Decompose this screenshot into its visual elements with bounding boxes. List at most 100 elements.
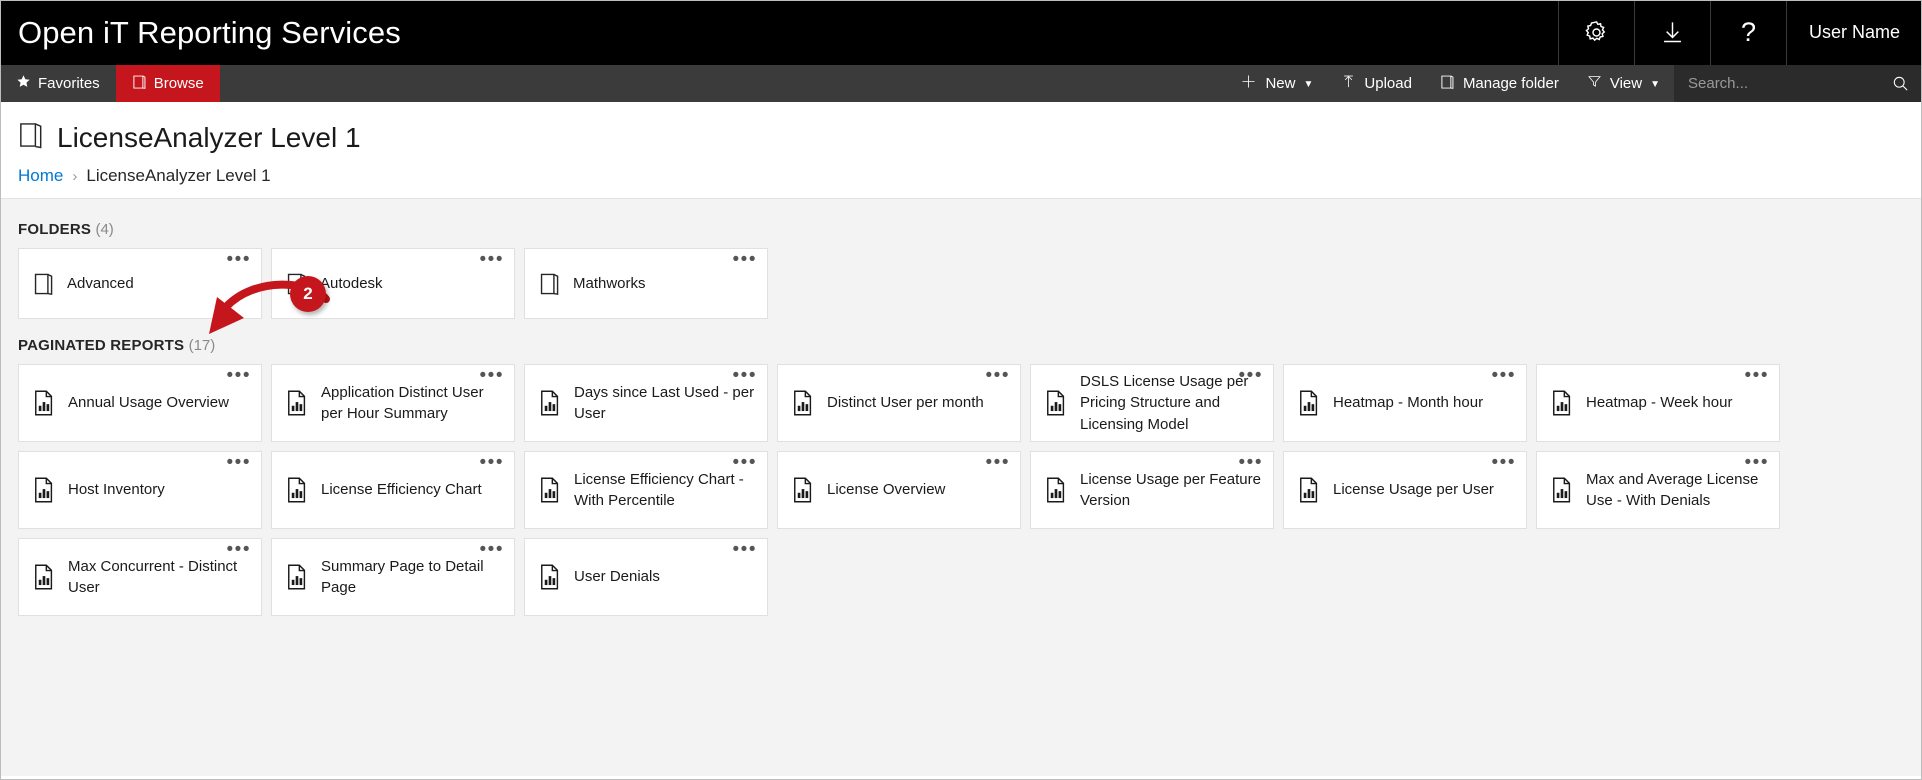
folder-icon	[1440, 74, 1455, 94]
folder-icon	[286, 271, 308, 297]
search-icon[interactable]	[1891, 74, 1910, 93]
breadcrumb-separator: ›	[72, 167, 78, 185]
report-card[interactable]: ••• Heatmap - Week hour	[1536, 364, 1780, 442]
report-card[interactable]: ••• Max Concurrent - Distinct User	[18, 538, 262, 616]
folder-card[interactable]: ••• Advanced	[18, 248, 262, 319]
report-card[interactable]: ••• License Efficiency Chart	[271, 451, 515, 529]
manage-folder-label: Manage folder	[1462, 75, 1559, 92]
card-body: Heatmap - Month hour	[1298, 365, 1516, 441]
report-chart-icon	[286, 389, 309, 417]
tab-browse[interactable]: Browse	[115, 65, 220, 102]
report-card[interactable]: ••• Max and Average License Use - With De…	[1536, 451, 1780, 529]
view-button-label: View	[1609, 75, 1643, 92]
app-title: Open iT Reporting Services	[18, 14, 401, 50]
download-icon	[1659, 19, 1686, 46]
report-card[interactable]: ••• Heatmap - Month hour	[1283, 364, 1527, 442]
report-chart-icon	[1298, 476, 1321, 504]
help-button[interactable]: ?	[1709, 0, 1786, 65]
settings-button[interactable]	[1557, 0, 1634, 65]
folder-icon	[33, 271, 55, 297]
new-button[interactable]: New ▼	[1226, 65, 1327, 102]
manage-folder-button[interactable]: Manage folder	[1426, 65, 1573, 102]
reports-section-heading: PAGINATED REPORTS (17)	[18, 319, 1922, 364]
card-label: Max Concurrent - Distinct User	[68, 557, 238, 596]
report-card[interactable]: ••• User Denials	[524, 538, 768, 616]
card-body: License Usage per User	[1298, 452, 1516, 528]
upload-arrow-icon	[1341, 73, 1356, 94]
reports-heading-label: PAGINATED REPORTS	[18, 337, 185, 354]
card-label: Days since Last Used - per User	[574, 383, 755, 422]
report-chart-icon	[1551, 476, 1574, 504]
report-chart-icon	[1045, 389, 1068, 417]
app-header: Open iT Reporting Services ? User Name	[0, 0, 1922, 65]
card-body: License Usage per Feature Version	[1045, 452, 1263, 528]
report-card[interactable]: ••• Distinct User per month	[777, 364, 1021, 442]
report-chart-icon	[539, 476, 562, 504]
breadcrumb-home[interactable]: Home	[18, 166, 63, 186]
download-button[interactable]	[1633, 0, 1710, 65]
header-actions: ? User Name	[1557, 0, 1922, 65]
search-input[interactable]	[1688, 75, 1891, 92]
card-body: Mathworks	[539, 249, 757, 318]
nav-tabs: Favorites Browse	[0, 65, 220, 102]
report-card[interactable]: ••• License Usage per User	[1283, 451, 1527, 529]
card-label: Autodesk	[320, 274, 383, 292]
card-body: Max and Average License Use - With Denia…	[1551, 452, 1769, 528]
tab-favorites[interactable]: Favorites	[0, 65, 116, 102]
view-button[interactable]: View ▼	[1573, 65, 1674, 102]
report-chart-icon	[792, 389, 815, 417]
chevron-down-icon: ▼	[1303, 78, 1314, 90]
report-card[interactable]: ••• Summary Page to Detail Page	[271, 538, 515, 616]
reports-count: (17)	[188, 337, 216, 354]
card-body: License Overview	[792, 452, 1010, 528]
new-button-label: New	[1265, 75, 1296, 92]
upload-button[interactable]: Upload	[1327, 65, 1426, 102]
card-label: License Efficiency Chart - With Percenti…	[574, 470, 744, 509]
card-body: Autodesk	[286, 249, 504, 318]
card-body: DSLS License Usage per Pricing Structure…	[1045, 365, 1263, 441]
folders-section-heading: FOLDERS (4)	[18, 199, 1922, 248]
card-body: Summary Page to Detail Page	[286, 539, 504, 615]
folder-icon	[132, 74, 147, 94]
card-label: License Usage per Feature Version	[1080, 470, 1261, 509]
card-label: Host Inventory	[68, 481, 165, 499]
user-menu[interactable]: User Name	[1785, 0, 1922, 65]
breadcrumb: Home › LicenseAnalyzer Level 1	[18, 166, 1922, 186]
content-area: FOLDERS (4) ••• Advanced ••• Autodesk ••• Mat…	[0, 199, 1922, 776]
report-chart-icon	[33, 563, 56, 591]
card-label: Summary Page to Detail Page	[321, 557, 484, 596]
card-body: Heatmap - Week hour	[1551, 365, 1769, 441]
report-card[interactable]: ••• License Overview	[777, 451, 1021, 529]
star-icon	[16, 74, 31, 93]
report-card[interactable]: ••• Application Distinct User per Hour Su…	[271, 364, 515, 442]
folders-count: (4)	[95, 221, 114, 238]
report-card[interactable]: ••• Annual Usage Overview	[18, 364, 262, 442]
card-label: Advanced	[67, 274, 134, 292]
report-chart-icon	[286, 563, 309, 591]
report-chart-icon	[33, 476, 56, 504]
page-title-band: LicenseAnalyzer Level 1 Home › LicenseAn…	[0, 102, 1922, 199]
user-name-label: User Name	[1808, 22, 1900, 42]
card-label: License Usage per User	[1333, 481, 1494, 499]
folder-icon	[18, 120, 44, 155]
report-chart-icon	[33, 389, 56, 417]
card-label: Distinct User per month	[827, 394, 984, 412]
report-card[interactable]: ••• License Efficiency Chart - With Perce…	[524, 451, 768, 529]
report-card[interactable]: ••• Days since Last Used - per User	[524, 364, 768, 442]
card-body: User Denials	[539, 539, 757, 615]
report-card[interactable]: ••• License Usage per Feature Version	[1030, 451, 1274, 529]
folder-card[interactable]: ••• Mathworks	[524, 248, 768, 319]
report-card[interactable]: ••• Host Inventory	[18, 451, 262, 529]
report-chart-icon	[792, 476, 815, 504]
report-card[interactable]: ••• DSLS License Usage per Pricing Struct…	[1030, 364, 1274, 442]
report-chart-icon	[1551, 389, 1574, 417]
card-body: Max Concurrent - Distinct User	[33, 539, 251, 615]
nav-tools: New ▼ Upload Manage folder View ▼ Search…	[1226, 65, 1922, 102]
question-mark-icon: ?	[1740, 17, 1756, 47]
folder-card[interactable]: ••• Autodesk	[271, 248, 515, 319]
report-chart-icon	[539, 563, 562, 591]
folder-icon	[539, 271, 561, 297]
tab-favorites-label: Favorites	[38, 75, 100, 92]
page-title-row: LicenseAnalyzer Level 1	[18, 120, 1922, 155]
plus-icon	[1240, 73, 1257, 94]
